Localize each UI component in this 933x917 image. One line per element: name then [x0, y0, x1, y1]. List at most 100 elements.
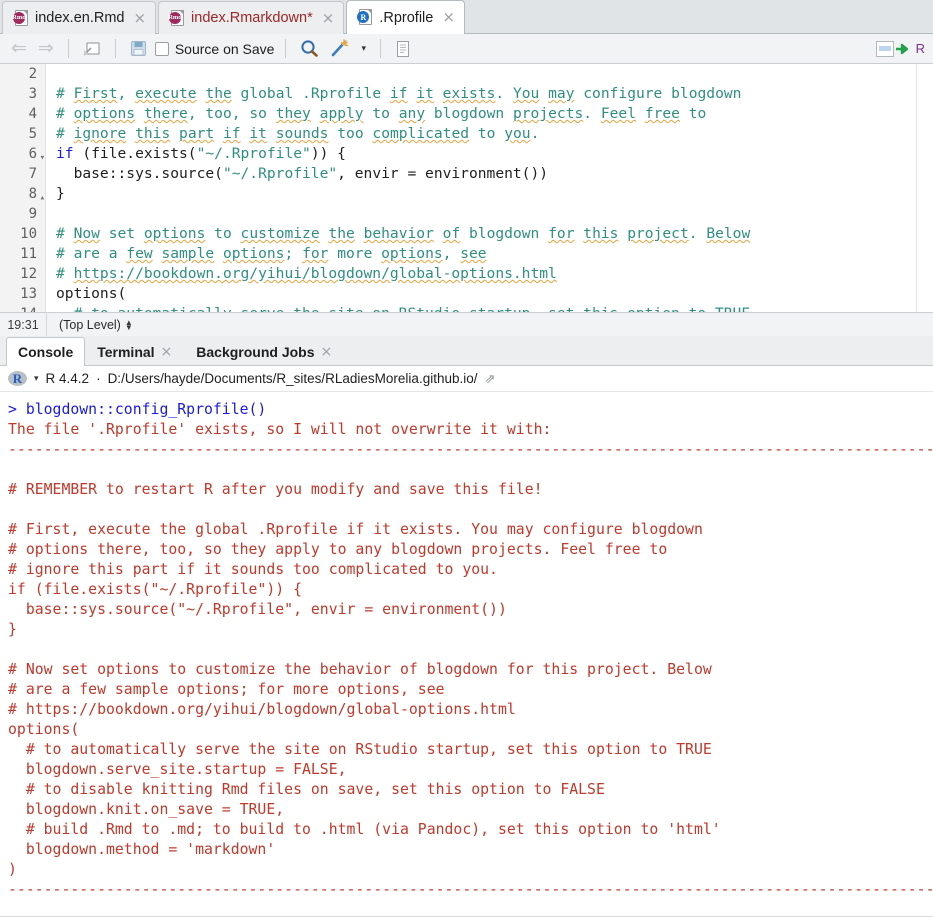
console-tab-terminal[interactable]: Terminal ×: [85, 337, 184, 366]
source-run-label: R: [915, 41, 925, 56]
editor-statusbar: 19:31 (Top Level) ▲ ▼: [0, 312, 933, 337]
console-line: options(: [8, 721, 80, 738]
code-tools-wand-icon[interactable]: [327, 37, 353, 61]
scope-caret-icon[interactable]: ▲ ▼: [125, 318, 133, 331]
console-line: blogdown.method = 'markdown': [8, 841, 276, 858]
code-line: 4 # options there, too, so they apply to …: [0, 104, 933, 124]
close-icon[interactable]: ×: [321, 344, 333, 360]
console-line: > blogdown::config_Rprofile(): [8, 401, 267, 418]
code-text: }: [56, 185, 65, 202]
code-line: 5 # ignore this part if it sounds too com…: [0, 124, 933, 144]
line-number: 4: [28, 106, 37, 122]
compile-report-icon[interactable]: [392, 37, 414, 61]
console-tab-label: Console: [18, 344, 74, 360]
code-line: 9: [0, 204, 933, 224]
back-arrow-icon[interactable]: ⇐: [8, 37, 30, 61]
code-line: 11 # are a few sample options; for more o…: [0, 244, 933, 264]
code-text: # Now set options to customize the behav…: [56, 225, 751, 242]
source-editor[interactable]: 2 3 # First, execute the global .Rprofile …: [0, 64, 933, 312]
source-run-button[interactable]: R: [875, 40, 925, 57]
code-line: 13 options(: [0, 284, 933, 304]
console-line: # ignore this part if it sounds too comp…: [8, 561, 498, 578]
close-icon[interactable]: ×: [322, 10, 335, 26]
close-icon[interactable]: ×: [133, 10, 146, 26]
forward-arrow-icon[interactable]: ⇒: [35, 37, 57, 61]
source-tab-1[interactable]: Rmd index.en.Rmd ×: [2, 1, 157, 34]
console-line: # Now set options to customize the behav…: [8, 661, 712, 678]
source-tab-label: index.en.Rmd: [35, 10, 125, 26]
scope-label: (Top Level): [59, 317, 121, 332]
console-info-bar: R ▾ R 4.4.2 · D:/Users/hayde/Documents/R…: [0, 366, 933, 392]
source-on-save-label: Source on Save: [174, 40, 275, 57]
code-text: # https://bookdown.org/yihui/blogdown/gl…: [56, 265, 557, 282]
code-line: 7 base::sys.source("~/.Rprofile", envir …: [0, 164, 933, 184]
source-tab-label: .Rprofile: [379, 9, 434, 26]
editor-code-area[interactable]: 2 3 # First, execute the global .Rprofile …: [0, 64, 933, 312]
console-line: # First, execute the global .Rprofile if…: [8, 521, 703, 538]
console-line: ): [8, 861, 17, 878]
r-logo-icon: R: [8, 371, 27, 386]
line-number: 10: [20, 226, 37, 242]
source-tabbar: Rmd index.en.Rmd × Rmd index.Rmarkdown* × R .Rp…: [0, 0, 933, 34]
line-number: 3: [28, 86, 37, 102]
rprofile-file-icon: R: [357, 9, 373, 26]
console-line: # to automatically serve the site on RSt…: [8, 741, 712, 758]
rmd-file-icon: Rmd: [12, 9, 29, 27]
console-line: # https://bookdown.org/yihui/blogdown/gl…: [8, 701, 516, 718]
scope-selector[interactable]: (Top Level) ▲ ▼: [59, 318, 133, 332]
code-text: base::sys.source("~/.Rprofile", envir = …: [56, 165, 549, 182]
console-line: The file '.Rprofile' exists, so I will n…: [8, 421, 552, 438]
toolbar-divider-4: [380, 39, 381, 58]
code-text: # ignore this part if it sounds too comp…: [56, 125, 540, 142]
console-tab-background-jobs[interactable]: Background Jobs ×: [184, 337, 344, 366]
line-number: 12: [20, 266, 37, 282]
code-line: 10 # Now set options to customize the beh…: [0, 224, 933, 244]
console-line: # options there, too, so they apply to a…: [8, 541, 668, 558]
code-text: # options there, too, so they apply to a…: [56, 105, 707, 122]
console-line: blogdown.serve_site.startup = FALSE,: [8, 761, 347, 778]
console-line: ----------------------------------------…: [8, 881, 933, 898]
console-line: # are a few sample options; for more opt…: [8, 681, 445, 698]
code-text: # to automatically serve the site on RSt…: [46, 304, 751, 312]
line-number: 7: [28, 166, 37, 182]
rmd-file-icon: Rmd: [168, 9, 185, 27]
source-on-save-checkbox[interactable]: [154, 41, 169, 56]
code-line: 12 # https://bookdown.org/yihui/blogdown/…: [0, 264, 933, 284]
statusbar-divider: [46, 312, 47, 337]
cursor-position: 19:31: [7, 317, 39, 332]
working-directory-path[interactable]: D:/Users/hayde/Documents/R_sites/RLadies…: [108, 371, 478, 386]
source-toolbar: ⇐ ⇒ Source on Save ▾ R: [0, 34, 933, 64]
source-tab-3[interactable]: R .Rprofile ×: [346, 0, 465, 34]
console-tab-label: Background Jobs: [196, 344, 315, 360]
code-line-clipped: 14 # to automatically serve the site on …: [0, 304, 933, 312]
r-version-caret-icon[interactable]: ▾: [34, 373, 39, 384]
code-tools-caret-icon[interactable]: ▾: [358, 37, 369, 61]
open-directory-icon[interactable]: ⇗: [484, 371, 495, 387]
code-text: options(: [56, 285, 127, 302]
toolbar-divider-1: [67, 39, 69, 58]
console-output[interactable]: > blogdown::config_Rprofile()The file '.…: [0, 392, 933, 915]
popout-window-icon[interactable]: [80, 37, 104, 61]
source-tab-2[interactable]: Rmd index.Rmarkdown* ×: [158, 1, 345, 34]
source-on-save-toggle[interactable]: Source on Save: [154, 40, 275, 57]
code-line: 3 # First, execute the global .Rprofile i…: [0, 84, 933, 104]
editor-scrollbar[interactable]: [916, 64, 933, 312]
r-version-label: R 4.4.2: [45, 371, 90, 386]
line-number: 6 ▾: [0, 144, 46, 164]
save-icon[interactable]: [127, 37, 150, 61]
close-icon[interactable]: ×: [161, 344, 173, 360]
console-line: if (file.exists("~/.Rprofile")) {: [8, 581, 302, 598]
console-clipped-line: [8, 394, 933, 400]
line-number: 13: [20, 286, 37, 302]
console-tab-console[interactable]: Console: [6, 337, 86, 366]
line-number: 2: [28, 66, 37, 82]
rstudio-window: Rmd index.en.Rmd × Rmd index.Rmarkdown* × R .Rp…: [0, 0, 933, 917]
magnifier-icon[interactable]: [297, 37, 322, 61]
line-number: 14: [0, 304, 46, 312]
close-icon[interactable]: ×: [442, 10, 455, 25]
toolbar-divider-3: [285, 39, 287, 58]
